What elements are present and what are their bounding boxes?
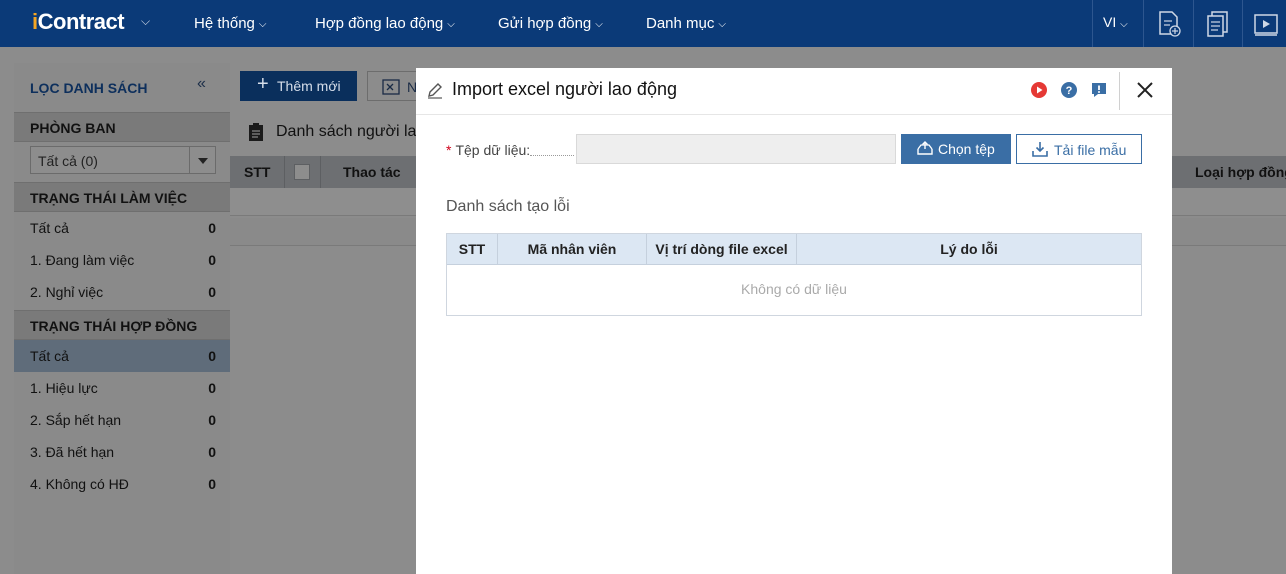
- file-path-input[interactable]: [576, 134, 896, 164]
- dropdown-arrow-icon[interactable]: [189, 147, 215, 173]
- col-actions: Thao tác: [343, 164, 401, 180]
- work-status-resigned[interactable]: 2. Nghỉ việc 0: [14, 276, 230, 308]
- edit-icon: [428, 83, 442, 99]
- close-icon[interactable]: [1134, 79, 1156, 101]
- col-excel-row: Vị trí dòng file excel: [647, 234, 797, 265]
- department-select[interactable]: Tất cả (0): [30, 146, 216, 174]
- clipboard-icon: [249, 123, 263, 141]
- upload-icon: [917, 141, 933, 155]
- col-divider: [320, 156, 321, 188]
- section-work-status: TRẠNG THÁI LÀM VIỆC: [14, 182, 230, 212]
- chevron-down-icon: ⌵: [258, 19, 267, 30]
- chevron-down-icon: ⌵: [447, 19, 455, 30]
- app-logo[interactable]: iContract: [32, 9, 125, 35]
- download-template-button[interactable]: Tải file mẫu: [1016, 134, 1142, 164]
- logo-chevron-down-icon[interactable]: ⌵: [141, 14, 150, 29]
- sidebar-title: LỌC DANH SÁCH: [30, 80, 148, 96]
- excel-icon: [382, 79, 400, 95]
- col-contract-type: Loại hợp đồng: [1195, 164, 1286, 180]
- nav-system[interactable]: Hệ thống ⌵: [194, 15, 266, 32]
- contract-status-all[interactable]: Tất cả 0: [14, 340, 230, 372]
- nav-divider: [1092, 0, 1093, 47]
- chevron-down-icon: ⌵: [718, 19, 726, 30]
- contract-status-expired[interactable]: 3. Đã hết hạn 0: [14, 436, 230, 468]
- svg-text:?: ?: [1066, 85, 1073, 97]
- download-icon: [1032, 142, 1048, 157]
- plus-icon: +: [257, 73, 269, 95]
- video-guide-icon[interactable]: [1253, 10, 1279, 38]
- language-selector[interactable]: VI ⌵: [1103, 14, 1128, 30]
- choose-file-button[interactable]: Chọn tệp: [901, 134, 1011, 164]
- error-list-title: Danh sách tạo lỗi: [446, 198, 570, 215]
- filter-sidebar: LỌC DANH SÁCH « PHÒNG BAN Tất cả (0) TRẠ…: [14, 63, 230, 574]
- work-status-all[interactable]: Tất cả 0: [14, 212, 230, 244]
- chevron-down-icon: ⌵: [595, 19, 603, 30]
- nav-divider: [1242, 0, 1243, 47]
- contract-status-effective[interactable]: 1. Hiệu lực 0: [14, 372, 230, 404]
- add-new-button[interactable]: + Thêm mới: [240, 71, 357, 101]
- list-title: Danh sách người lao: [276, 123, 426, 140]
- document-add-icon[interactable]: [1156, 10, 1182, 38]
- dialog-title: Import excel người lao động: [452, 79, 677, 99]
- col-error-reason: Lý do lỗi: [940, 241, 998, 257]
- col-stt: STT: [244, 164, 271, 180]
- collapse-icon[interactable]: «: [197, 75, 206, 93]
- work-status-working[interactable]: 1. Đang làm việc 0: [14, 244, 230, 276]
- section-contract-status: TRẠNG THÁI HỢP ĐỒNG: [14, 310, 230, 340]
- col-divider: [284, 156, 285, 188]
- error-table-header: STT Mã nhân viên Vị trí dòng file excel …: [447, 234, 1141, 265]
- help-icon[interactable]: ?: [1060, 81, 1078, 99]
- video-play-icon[interactable]: [1030, 81, 1048, 99]
- error-table: STT Mã nhân viên Vị trí dòng file excel …: [446, 233, 1142, 316]
- col-stt: STT: [447, 234, 498, 265]
- nav-divider: [1143, 0, 1144, 47]
- header-divider: [1119, 72, 1120, 110]
- col-employee-code: Mã nhân viên: [498, 234, 647, 265]
- top-navbar: iContract ⌵ Hệ thống ⌵ Hợp đồng lao động ⌵…: [0, 0, 1286, 47]
- nav-catalog[interactable]: Danh mục ⌵: [646, 15, 726, 32]
- section-department: PHÒNG BAN: [14, 112, 230, 142]
- nav-send-contract[interactable]: Gửi hợp đồng ⌵: [498, 15, 603, 32]
- empty-state-text: Không có dữ liệu: [741, 281, 847, 297]
- header-separator: [416, 114, 1172, 115]
- contract-status-none[interactable]: 4. Không có HĐ 0: [14, 468, 230, 500]
- label-leader-dots: [530, 155, 574, 156]
- nav-divider: [1193, 0, 1194, 47]
- nav-labor-contract[interactable]: Hợp đồng lao động ⌵: [315, 15, 455, 32]
- import-excel-dialog: Import excel người lao động ? * Tệp dữ li…: [416, 68, 1172, 574]
- contract-status-expiring[interactable]: 2. Sắp hết hạn 0: [14, 404, 230, 436]
- chevron-down-icon: ⌵: [1120, 19, 1128, 30]
- documents-icon[interactable]: [1205, 10, 1231, 38]
- file-field-label: * Tệp dữ liệu:: [446, 142, 531, 158]
- feedback-icon[interactable]: [1090, 81, 1108, 99]
- select-all-checkbox[interactable]: [294, 164, 310, 180]
